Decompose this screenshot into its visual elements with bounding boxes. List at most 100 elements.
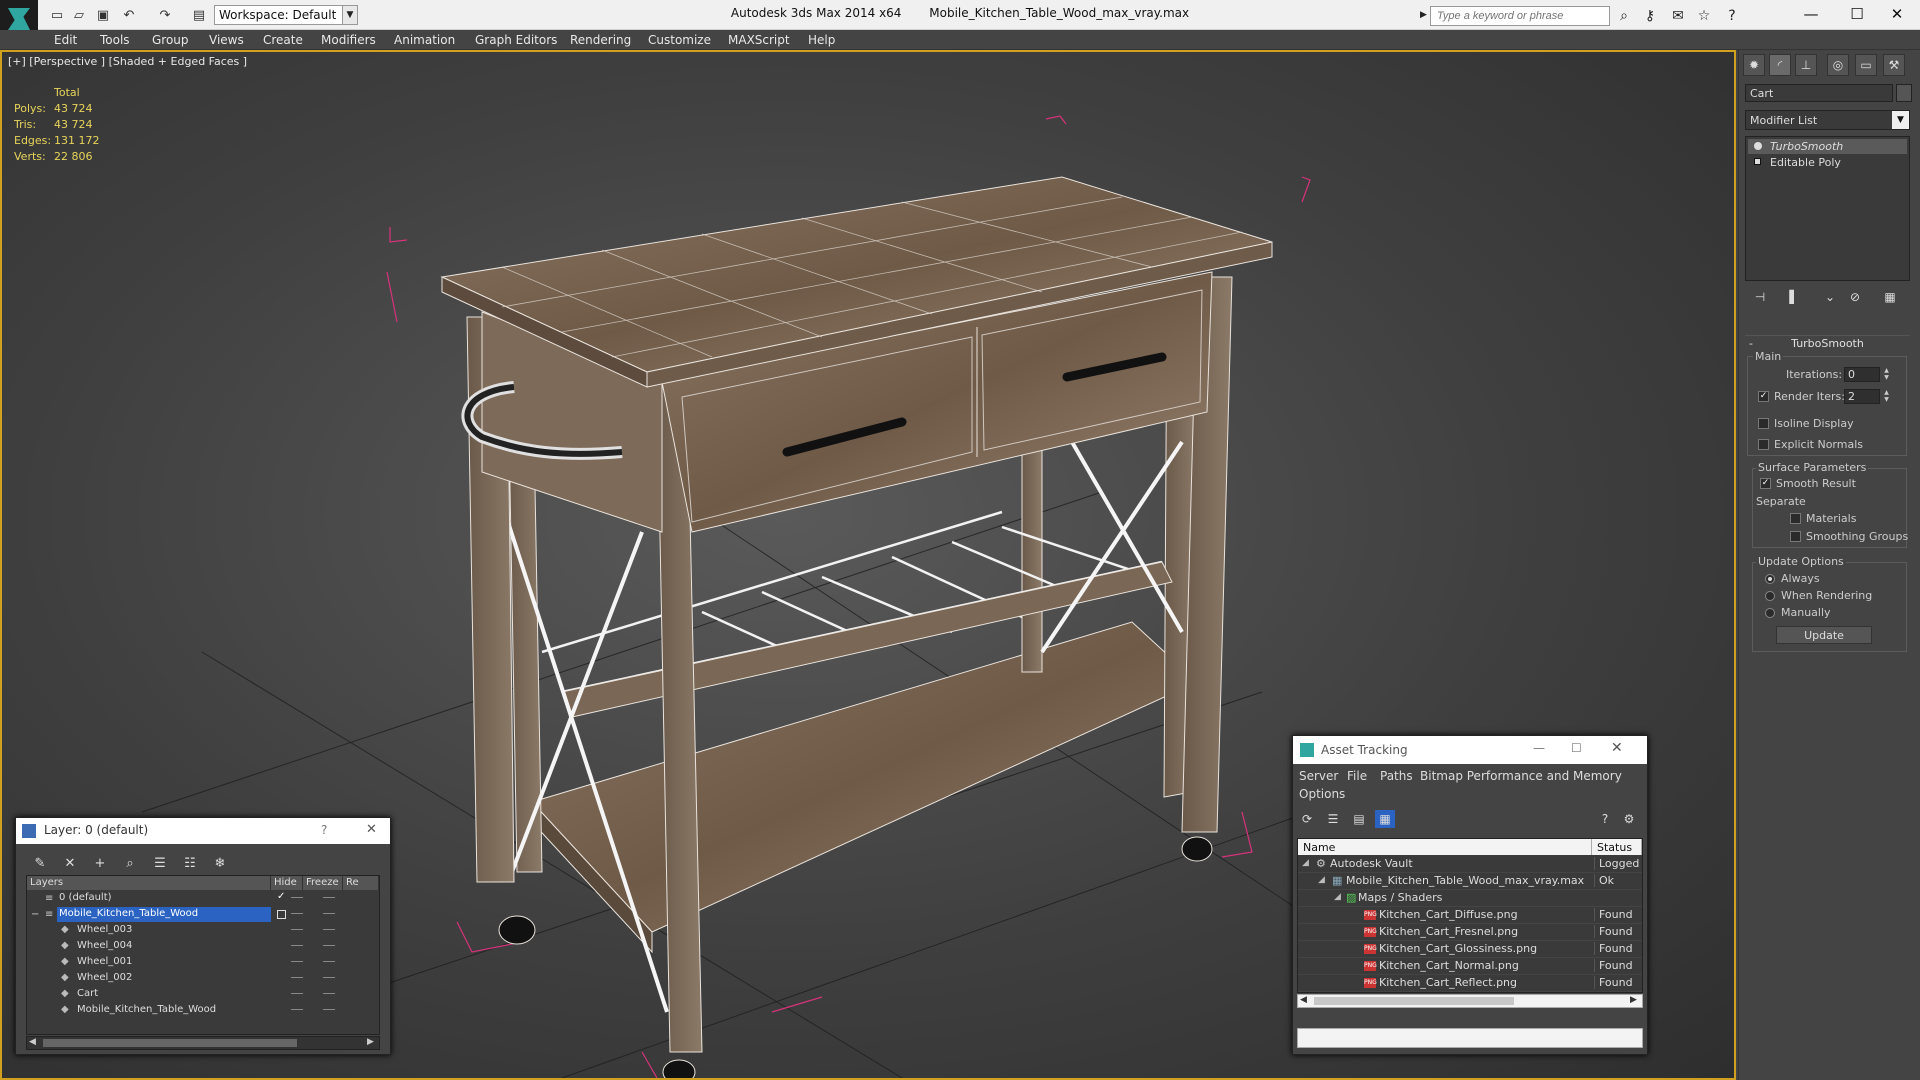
remove-modifier-icon[interactable]: ⊘ [1845,288,1865,306]
menu-animation[interactable]: Animation [394,33,455,47]
scroll-left-icon[interactable]: ◀ [1300,995,1307,1005]
column-hide[interactable]: Hide [271,876,303,890]
save-file-icon[interactable]: ▣ [94,6,112,24]
refresh-icon[interactable]: ⟳ [1297,810,1317,828]
search-expand-icon[interactable]: ▶ [1420,10,1427,20]
turbosmooth-rollout[interactable]: - TurboSmooth [1745,335,1910,351]
table-view-icon[interactable]: ▦ [1375,810,1395,828]
layer-object-row[interactable]: ◆ Wheel_001 [27,955,379,971]
show-end-result-icon[interactable]: ▌ [1784,288,1804,306]
modifier-stack[interactable]: TurboSmooth Editable Poly [1745,136,1910,281]
explicit-normals-checkbox[interactable] [1758,439,1769,450]
asset-row-max-file[interactable]: ◢ ▦ Mobile_Kitchen_Table_Wood_max_vray.m… [1298,873,1642,890]
make-unique-icon[interactable]: ⌄ [1820,288,1840,306]
menu-group[interactable]: Group [152,33,189,47]
vault-settings-icon[interactable]: ⚙ [1619,810,1639,828]
menu-modifiers[interactable]: Modifiers [321,33,376,47]
column-status[interactable]: Status [1592,839,1642,855]
utilities-tab-icon[interactable]: ⚒ [1883,54,1905,76]
object-color-swatch[interactable] [1896,84,1912,102]
smooth-result-checkbox[interactable]: ✓ [1760,478,1771,489]
menu-tools[interactable]: Tools [100,33,130,47]
asset-row-vault[interactable]: ◢ ⚙ Autodesk Vault Logged O [1298,856,1642,873]
asset-row-texture[interactable]: PNG Kitchen_Cart_Reflect.png Found [1298,975,1642,992]
layer-row-mobile-kitchen-table-wood[interactable]: − ≡ Mobile_Kitchen_Table_Wood [27,907,379,923]
new-layer-icon[interactable]: ✎ [30,854,50,872]
menu-edit[interactable]: Edit [54,33,77,47]
layer-row-default[interactable]: ≡ 0 (default) ✓ [27,891,379,907]
horizontal-scrollbar[interactable]: ◀ ▶ [1297,994,1643,1008]
asset-menu-bitmap-performance[interactable]: Bitmap Performance and Memory [1420,769,1622,783]
scroll-left-icon[interactable]: ◀ [29,1037,36,1047]
workspace-dropdown[interactable]: Workspace: Default [214,5,344,25]
spinner-arrows-icon[interactable]: ▲ ▼ [1882,367,1891,382]
asset-menu-paths[interactable]: Paths [1380,769,1413,783]
menu-views[interactable]: Views [209,33,244,47]
layer-dialog-title[interactable]: Layer: 0 (default) ? ✕ [16,818,390,844]
communication-center-icon[interactable]: ✉ [1668,6,1688,26]
create-tab-icon[interactable]: ✹ [1743,54,1765,76]
layer-object-row[interactable]: ◆ Wheel_004 [27,939,379,955]
manually-radio[interactable] [1765,608,1775,618]
kitchen-cart-model[interactable] [440,176,1273,1078]
chevron-down-icon[interactable]: ▼ [1892,111,1909,129]
asset-menu-server[interactable]: Server [1299,769,1338,783]
help-icon[interactable]: ? [1595,810,1615,828]
asset-row-texture[interactable]: PNG Kitchen_Cart_Diffuse.png Found [1298,907,1642,924]
horizontal-scrollbar[interactable]: ◀ ▶ [26,1036,380,1050]
lightbulb-icon[interactable] [1754,142,1762,150]
collapse-icon[interactable]: − [31,909,39,920]
asset-row-texture[interactable]: PNG Kitchen_Cart_Normal.png Found [1298,958,1642,975]
collapse-icon[interactable]: ◢ [1302,858,1309,868]
materials-checkbox[interactable] [1790,513,1801,524]
binoculars-icon[interactable]: ⌕ [1614,6,1634,26]
close-icon[interactable]: ✕ [1611,740,1623,756]
configure-sets-icon[interactable]: ▦ [1880,288,1900,306]
layer-object-row[interactable]: ◆ Wheel_003 [27,923,379,939]
minimize-icon[interactable]: — [1533,741,1545,755]
isoline-display-checkbox[interactable] [1758,418,1769,429]
menu-help[interactable]: Help [808,33,835,47]
scroll-right-icon[interactable]: ▶ [367,1037,374,1047]
chevron-down-icon[interactable]: ▼ [342,5,358,25]
always-radio[interactable] [1765,574,1775,584]
scroll-right-icon[interactable]: ▶ [1630,995,1637,1005]
close-window-icon[interactable]: ✕ [1874,0,1920,28]
collapse-icon[interactable]: ◢ [1318,875,1325,885]
asset-row-maps-shaders[interactable]: ◢ ▨ Maps / Shaders [1298,890,1642,907]
hide-all-layers-icon[interactable]: ☷ [180,854,200,872]
maximize-icon[interactable]: ☐ [1571,741,1582,755]
help-icon[interactable]: ? [321,823,327,837]
spinner-arrows-icon[interactable]: ▲ ▼ [1882,389,1891,404]
layer-object-row[interactable]: ◆ Cart [27,987,379,1003]
display-tab-icon[interactable]: ▭ [1855,54,1877,76]
modify-tab-icon[interactable]: ◜ [1769,54,1791,76]
add-to-layer-icon[interactable]: + [90,854,110,872]
asset-menu-options[interactable]: Options [1299,787,1345,801]
when-rendering-radio[interactable] [1765,591,1775,601]
search-input[interactable] [1430,6,1610,26]
menu-create[interactable]: Create [263,33,303,47]
hierarchy-tab-icon[interactable]: ⊥ [1795,54,1817,76]
close-icon[interactable]: ✕ [366,822,377,837]
asset-dialog-title[interactable]: Asset Tracking — ☐ ✕ [1293,736,1647,764]
key-icon[interactable]: ⚷ [1640,6,1660,26]
expand-box-icon[interactable] [1754,158,1761,165]
viewport-label[interactable]: [+] [Perspective ] [Shaded + Edged Faces… [8,55,247,68]
stack-item-editable-poly[interactable]: Editable Poly [1748,155,1907,170]
highlight-layer-icon[interactable]: ☰ [150,854,170,872]
checkmark-icon[interactable]: ✓ [277,891,285,902]
menu-rendering[interactable]: Rendering [570,33,631,47]
layer-object-row[interactable]: ◆ Mobile_Kitchen_Table_Wood [27,1003,379,1019]
menu-maxscript[interactable]: MAXScript [728,33,790,47]
open-file-icon[interactable]: ▱ [70,6,88,24]
minimize-window-icon[interactable]: — [1788,0,1834,28]
scrollbar-thumb[interactable] [43,1039,297,1047]
menu-customize[interactable]: Customize [648,33,711,47]
smoothing-groups-checkbox[interactable] [1790,531,1801,542]
column-name[interactable]: Name [1298,839,1592,855]
select-in-layer-icon[interactable]: ⌕ [120,854,140,872]
update-button[interactable]: Update [1776,626,1872,644]
thumbnail-view-icon[interactable]: ▤ [1349,810,1369,828]
asset-table[interactable]: Name Status ◢ ⚙ Autodesk Vault Logged O … [1297,838,1643,993]
